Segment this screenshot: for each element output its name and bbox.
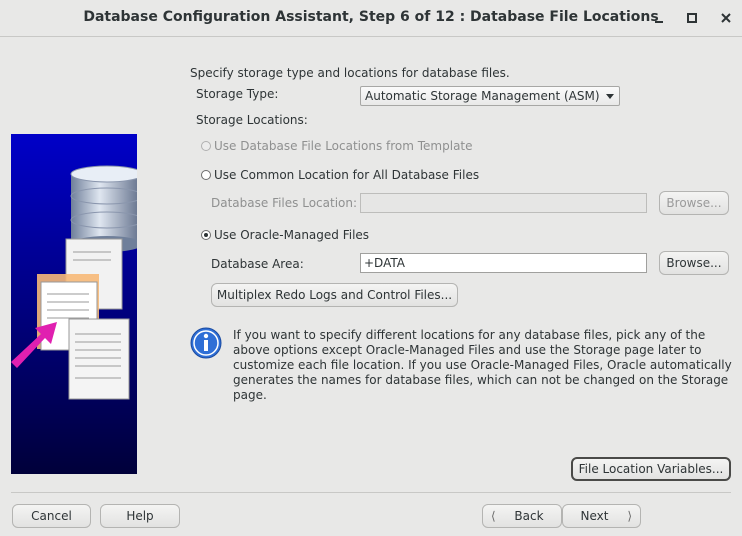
database-area-label: Database Area: <box>211 257 304 271</box>
close-icon[interactable] <box>717 9 735 27</box>
radio-common-location[interactable] <box>201 170 211 180</box>
storage-type-select[interactable]: Automatic Storage Management (ASM) <box>360 86 620 106</box>
title-bar: Database Configuration Assistant, Step 6… <box>0 0 742 37</box>
back-button-label: Back <box>514 509 544 523</box>
storage-type-label: Storage Type: <box>196 87 279 101</box>
maximize-icon[interactable] <box>683 9 701 27</box>
help-button[interactable]: Help <box>100 504 180 528</box>
option-common-location-label: Use Common Location for All Database Fil… <box>214 168 480 182</box>
next-button[interactable]: Next ⟩ <box>562 504 641 528</box>
info-icon <box>190 327 222 359</box>
minimize-icon[interactable] <box>650 9 668 27</box>
db-files-location-field[interactable] <box>360 193 647 213</box>
footer-separator <box>11 492 731 493</box>
chevron-right-icon: ⟩ <box>627 509 632 523</box>
database-area-field[interactable]: +DATA <box>360 253 647 273</box>
back-button[interactable]: ⟨ Back <box>482 504 562 528</box>
browse-files-location-button[interactable]: Browse... <box>659 191 729 215</box>
option-template-locations-label: Use Database File Locations from Templat… <box>214 139 473 153</box>
browse-database-area-button[interactable]: Browse... <box>659 251 729 275</box>
chevron-down-icon <box>606 94 614 99</box>
radio-template-locations[interactable] <box>201 141 211 151</box>
storage-type-value: Automatic Storage Management (ASM) <box>365 89 600 103</box>
window-title: Database Configuration Assistant, Step 6… <box>83 9 659 25</box>
option-oracle-managed-label: Use Oracle-Managed Files <box>214 228 370 242</box>
next-button-label: Next <box>580 509 609 523</box>
multiplex-redo-logs-button[interactable]: Multiplex Redo Logs and Control Files... <box>211 283 458 307</box>
storage-locations-label: Storage Locations: <box>196 113 308 127</box>
info-text: If you want to specify different locatio… <box>233 328 732 402</box>
file-location-variables-button[interactable]: File Location Variables... <box>571 457 731 481</box>
radio-oracle-managed[interactable] <box>201 230 211 240</box>
side-illustration <box>11 134 144 474</box>
chevron-left-icon: ⟨ <box>491 509 496 523</box>
intro-text: Specify storage type and locations for d… <box>190 66 510 80</box>
cancel-button[interactable]: Cancel <box>12 504 91 528</box>
db-files-location-label: Database Files Location: <box>211 196 358 210</box>
dialog-panel: Specify storage type and locations for d… <box>0 38 742 536</box>
